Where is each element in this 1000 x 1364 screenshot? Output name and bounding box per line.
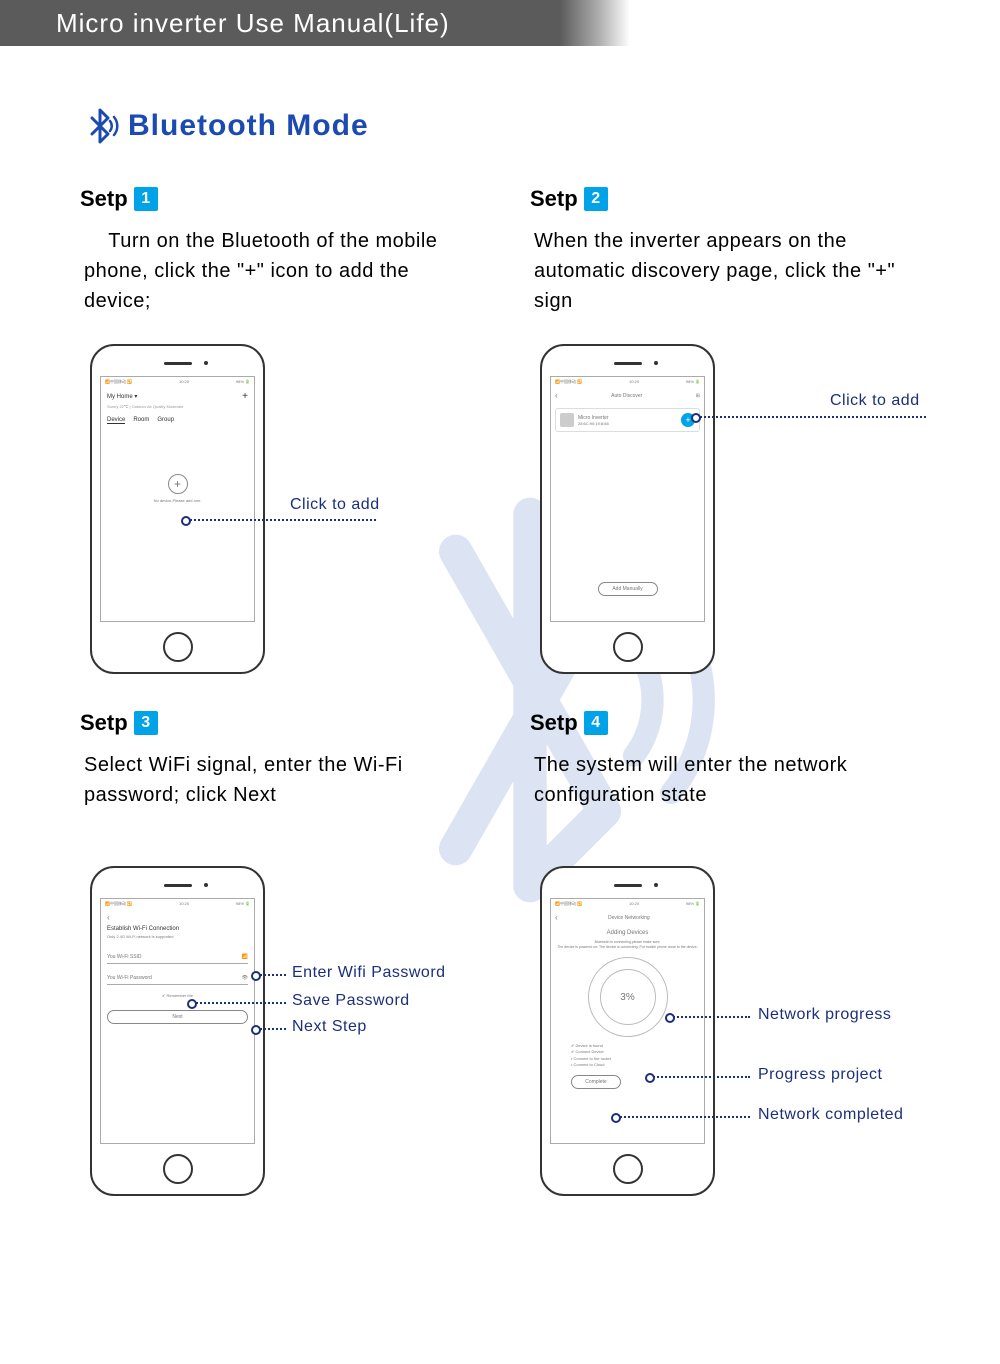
device-card: Micro Inverter28:6C:90:19:8:88 +	[555, 408, 700, 432]
phone-mockup: 📶中国移动 🔁10:2098% 🔋 ‹ Establish Wi-Fi Conn…	[90, 866, 265, 1196]
home-button[interactable]	[613, 632, 643, 662]
step-num: 3	[134, 711, 158, 735]
tab-room[interactable]: Room	[133, 417, 149, 424]
progress-value: 3%	[620, 992, 634, 1003]
step-label: Setp	[80, 186, 128, 212]
wifi-password-field[interactable]: You Wi-Fi Password👁	[107, 972, 248, 985]
back-button[interactable]: ‹	[107, 913, 248, 922]
tab-group[interactable]: Group	[157, 417, 174, 424]
tab-device[interactable]: Device	[107, 417, 125, 424]
phone-mockup: 📶中国移动 🔁10:2098% 🔋 ‹ Device Networking Ad…	[540, 866, 715, 1196]
device-icon	[560, 413, 574, 427]
step-desc: Select WiFi signal, enter the Wi-Fi pass…	[80, 750, 460, 810]
callout-label: Click to add	[290, 496, 380, 514]
eye-icon[interactable]: 👁	[242, 975, 248, 981]
screen-title: Establish Wi-Fi Connection	[107, 926, 248, 932]
complete-button[interactable]: Complete	[571, 1075, 621, 1089]
step-label: Setp	[80, 710, 128, 736]
step-label: Setp	[530, 710, 578, 736]
callout-label: Progress project	[758, 1066, 883, 1084]
step-4: Setp 4 The system will enter the network…	[530, 710, 950, 1196]
add-device-plus[interactable]: +	[242, 391, 248, 402]
add-device-center-button[interactable]: +	[168, 474, 188, 494]
step-desc: The system will enter the network config…	[530, 750, 910, 810]
page-header: Micro inverter Use Manual(Life)	[0, 0, 1000, 46]
callout-label: Next Step	[292, 1018, 367, 1036]
callout-label: Network completed	[758, 1106, 903, 1124]
callout-label: Save Password	[292, 992, 410, 1010]
progress-steps-list: ✔ Device is found ✔ Connect Device • Con…	[551, 1043, 704, 1069]
bluetooth-icon	[80, 106, 120, 146]
step-1: Setp 1 Turn on the Bluetooth of the mobi…	[80, 186, 500, 674]
next-button[interactable]: Next	[107, 1010, 248, 1024]
page-title: Micro inverter Use Manual(Life)	[56, 8, 450, 39]
home-title[interactable]: My Home ▾	[107, 393, 137, 400]
step-2: Setp 2 When the inverter appears on the …	[530, 186, 950, 674]
wifi-ssid-field[interactable]: You Wi-Fi SSID📶	[107, 951, 248, 964]
step-desc: Turn on the Bluetooth of the mobile phon…	[80, 226, 460, 316]
step-num: 2	[584, 187, 608, 211]
home-button[interactable]	[613, 1154, 643, 1184]
back-button[interactable]: ‹	[555, 913, 558, 922]
callout-label: Click to add	[830, 392, 920, 410]
progress-ring: 3%	[588, 957, 668, 1037]
home-button[interactable]	[163, 1154, 193, 1184]
screen-title: Auto Discover	[611, 393, 642, 399]
scan-icon[interactable]: ⊞	[696, 393, 700, 399]
callout-label: Network progress	[758, 1006, 891, 1024]
callout-label: Enter Wifi Password	[292, 964, 446, 982]
add-manually-button[interactable]: Add Manually	[598, 582, 658, 596]
step-num: 4	[584, 711, 608, 735]
step-label: Setp	[530, 186, 578, 212]
wifi-icon: 📶	[242, 954, 248, 960]
remember-checkbox[interactable]: ✔ Remember Me	[107, 993, 248, 998]
step-num: 1	[134, 187, 158, 211]
step-desc: When the inverter appears on the automat…	[530, 226, 910, 316]
phone-mockup: 📶中国移动 🔁10:2098% 🔋 My Home ▾+ Sunny 22℃ |…	[90, 344, 265, 674]
phone-mockup: 📶中国移动 🔁10:2098% 🔋 ‹ Auto Discover ⊞ Micr…	[540, 344, 715, 674]
screen-title: Device Networking	[608, 915, 650, 921]
back-button[interactable]: ‹	[555, 391, 558, 400]
step-3: Setp 3 Select WiFi signal, enter the Wi-…	[80, 710, 500, 1196]
section-title: Bluetooth Mode	[80, 106, 950, 146]
home-button[interactable]	[163, 632, 193, 662]
section-title-text: Bluetooth Mode	[128, 109, 369, 143]
